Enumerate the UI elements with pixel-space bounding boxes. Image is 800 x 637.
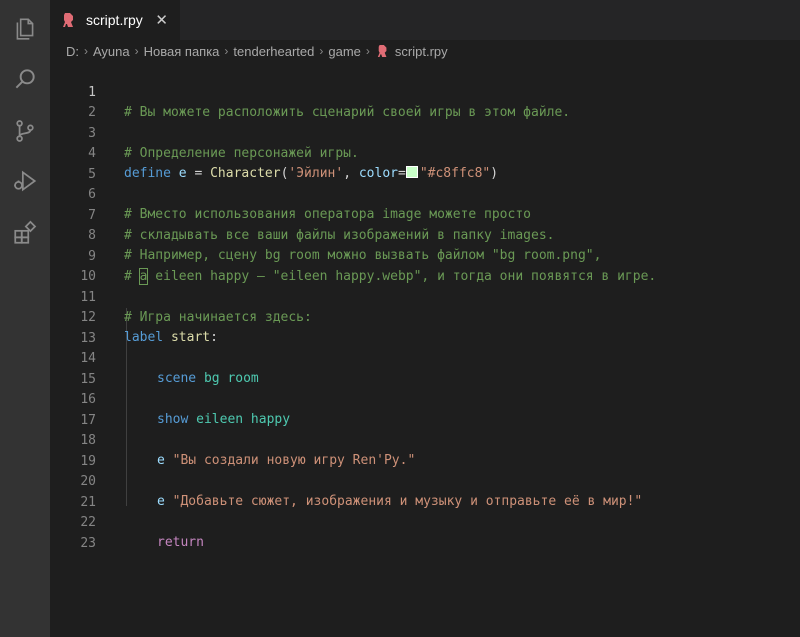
code-line[interactable]: 2 xyxy=(50,83,800,120)
code-line[interactable]: 18 e "Вы создали новую игру Ren'Py." xyxy=(50,411,800,468)
code-line[interactable]: 13 xyxy=(50,309,800,346)
breadcrumb-item[interactable]: Новая папка xyxy=(144,44,220,59)
keyword: return xyxy=(157,535,204,550)
code-line[interactable]: 16 show eileen happy xyxy=(50,370,800,427)
code-line[interactable]: 1 # Вы можете расположить сценарий своей… xyxy=(50,63,800,120)
code-line[interactable]: 17 xyxy=(50,391,800,428)
line-number: 23 xyxy=(80,536,96,551)
code-line[interactable]: 12 label start: xyxy=(50,288,800,345)
code-line[interactable]: 8 # Например, сцену bg room можно вызват… xyxy=(50,206,800,263)
source-control-icon[interactable] xyxy=(10,116,40,146)
code-line[interactable]: 6 # Вместо использования оператора image… xyxy=(50,165,800,222)
code-line[interactable]: 20 e "Добавьте сюжет, изображения и музы… xyxy=(50,452,800,509)
code-line[interactable]: 4 define e = Character('Эйлин', color= "#… xyxy=(50,124,800,181)
code-line[interactable]: 15 xyxy=(50,350,800,387)
breadcrumb-item[interactable]: D: xyxy=(66,44,79,59)
chevron-right-icon: › xyxy=(84,44,88,58)
breadcrumb-item[interactable]: Ayuna xyxy=(93,44,130,59)
code-line[interactable]: 10 xyxy=(50,247,800,284)
code-line[interactable]: 3 # Определение персонажей игры. xyxy=(50,104,800,161)
code-line[interactable]: 23 xyxy=(50,514,800,551)
extensions-icon[interactable] xyxy=(10,218,40,248)
close-icon[interactable]: ✕ xyxy=(155,11,168,29)
breadcrumb-item[interactable]: tenderhearted xyxy=(233,44,314,59)
code-line[interactable]: 5 xyxy=(50,145,800,182)
renpy-file-icon xyxy=(63,13,73,27)
code-line[interactable]: 21 xyxy=(50,473,800,510)
chevron-right-icon: › xyxy=(224,44,229,58)
breadcrumb-item[interactable]: game xyxy=(328,44,361,59)
code-editor[interactable]: 1 # Вы можете расположить сценарий своей… xyxy=(50,62,800,637)
code-line[interactable]: 14 scene bg room xyxy=(50,329,800,386)
files-icon[interactable] xyxy=(10,14,40,44)
code-line[interactable]: 9 # а eileen happy — "eileen happy.webp"… xyxy=(50,227,800,285)
renpy-file-icon xyxy=(377,45,387,57)
chevron-right-icon: › xyxy=(134,44,139,58)
breadcrumb-file[interactable]: script.rpy xyxy=(395,44,448,59)
code-line[interactable]: 19 xyxy=(50,432,800,469)
chevron-right-icon: › xyxy=(365,44,370,58)
tab-script-rpy[interactable]: script.rpy ✕ xyxy=(50,0,180,40)
chevron-right-icon: › xyxy=(319,44,324,58)
tab-bar: script.rpy ✕ xyxy=(50,0,800,40)
code-line[interactable]: 7 # складывать все ваши файлы изображени… xyxy=(50,186,800,243)
activity-bar xyxy=(0,0,50,637)
search-icon[interactable] xyxy=(10,64,40,94)
code-line[interactable]: 22 return xyxy=(50,493,800,550)
code-line[interactable]: 11 # Игра начинается здесь: xyxy=(50,268,800,325)
run-debug-icon[interactable] xyxy=(10,166,40,196)
tab-label: script.rpy xyxy=(86,12,143,28)
breadcrumb: D: › Ayuna › Новая папка › tenderhearted… xyxy=(50,40,800,62)
